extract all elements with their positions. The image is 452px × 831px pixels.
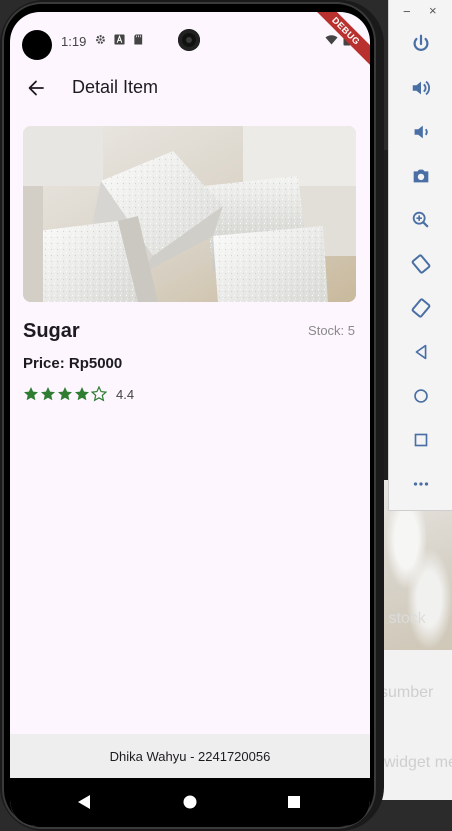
page-title: Detail Item bbox=[72, 77, 159, 97]
camera-icon[interactable] bbox=[407, 162, 435, 190]
status-time: 1:19 bbox=[61, 34, 87, 49]
emulator-panel: − × bbox=[388, 0, 452, 511]
wifi-icon bbox=[325, 35, 338, 45]
back-icon[interactable] bbox=[407, 338, 435, 366]
star-rating bbox=[23, 386, 108, 402]
star-filled-icon bbox=[41, 387, 55, 401]
item-stock: Stock: 5 bbox=[308, 323, 355, 338]
app-bar: Detail Item bbox=[10, 68, 370, 108]
overview-icon[interactable] bbox=[407, 426, 435, 454]
more-icon[interactable] bbox=[407, 470, 435, 498]
rating-value: 4.4 bbox=[116, 386, 135, 402]
star-filled-icon bbox=[75, 387, 89, 401]
star-filled-icon bbox=[58, 387, 72, 401]
navigation-bar bbox=[10, 778, 370, 826]
nav-home-button[interactable] bbox=[178, 790, 202, 814]
item-price: Price: Rp5000 bbox=[23, 355, 123, 372]
zoom-icon[interactable] bbox=[407, 206, 435, 234]
home-circle-icon bbox=[183, 795, 197, 809]
minimize-button[interactable]: − bbox=[403, 4, 411, 19]
item-name: Sugar bbox=[23, 320, 80, 342]
a-icon bbox=[114, 34, 125, 45]
nav-back-button[interactable] bbox=[72, 790, 96, 814]
settings-icon bbox=[96, 35, 105, 44]
phone-bezel: 1:19 DEBUG Detail Item Sugar Stock: 5 Pr… bbox=[2, 2, 376, 829]
volume-down-icon[interactable] bbox=[407, 118, 435, 146]
back-button[interactable] bbox=[22, 74, 50, 102]
rotate-right-icon[interactable] bbox=[407, 294, 435, 322]
status-bar: 1:19 DEBUG bbox=[10, 12, 370, 72]
star-outline-icon bbox=[91, 386, 107, 402]
sd-card-icon bbox=[134, 34, 143, 45]
front-camera bbox=[178, 29, 200, 51]
recents-square-icon bbox=[288, 796, 300, 808]
sugar-cubes-image bbox=[23, 126, 356, 302]
close-button[interactable]: × bbox=[429, 3, 437, 18]
ide-faded-text: widget me bbox=[384, 754, 452, 771]
footer: Dhika Wahyu - 2241720056 bbox=[10, 734, 370, 778]
arrow-back-icon bbox=[28, 80, 44, 96]
rating-row: 4.4 bbox=[23, 385, 134, 403]
camera-hole bbox=[22, 30, 52, 60]
back-triangle-icon bbox=[78, 795, 90, 809]
nav-recents-button[interactable] bbox=[282, 790, 306, 814]
power-icon[interactable] bbox=[407, 30, 435, 58]
rotate-left-icon[interactable] bbox=[407, 250, 435, 278]
phone-frame: 1:19 DEBUG Detail Item Sugar Stock: 5 Pr… bbox=[0, 0, 384, 831]
ide-preview-lower: l sumber widget me bbox=[372, 650, 452, 800]
star-filled-icon bbox=[24, 387, 38, 401]
item-image bbox=[23, 126, 356, 302]
phone-screen: 1:19 DEBUG Detail Item Sugar Stock: 5 Pr… bbox=[10, 12, 370, 826]
volume-up-icon[interactable] bbox=[407, 74, 435, 102]
home-icon[interactable] bbox=[407, 382, 435, 410]
footer-text: Dhika Wahyu - 2241720056 bbox=[109, 748, 271, 764]
